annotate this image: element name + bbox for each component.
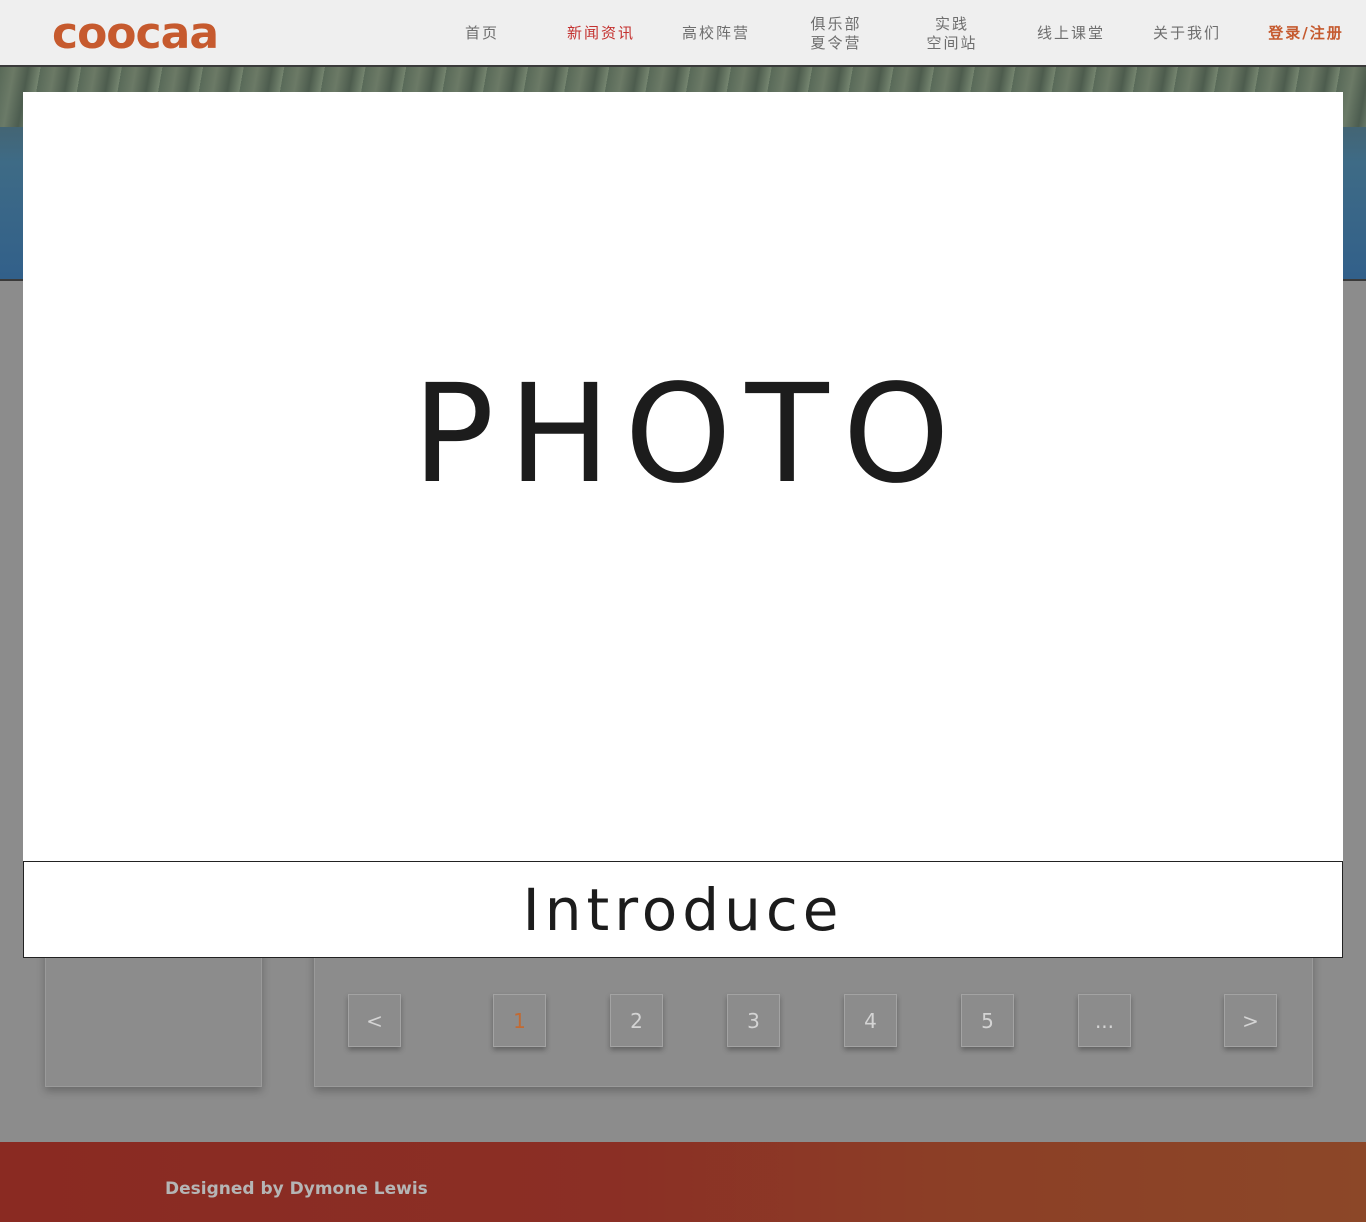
pagination-prev-button[interactable]: < <box>348 994 401 1047</box>
pagination-page-3[interactable]: 3 <box>727 994 780 1047</box>
pagination-page-5[interactable]: 5 <box>961 994 1014 1047</box>
photo-placeholder-label: PHOTO <box>412 356 964 514</box>
login-register-link[interactable]: 登录/注册 <box>1260 0 1352 67</box>
nav-online-class[interactable]: 线上课堂 <box>1030 0 1112 67</box>
site-header: coocaa 首页 新闻资讯 高校阵营 俱乐部 夏令营 实践 空间站 线上课堂 … <box>0 0 1366 67</box>
pagination-page-1[interactable]: 1 <box>493 994 546 1047</box>
coocaa-logo[interactable]: coocaa <box>52 8 219 60</box>
nav-club-camp[interactable]: 俱乐部 夏令营 <box>798 0 874 67</box>
news-list-card <box>314 940 1313 1087</box>
pagination-ellipsis[interactable]: ... <box>1078 994 1131 1047</box>
modal-introduce-area[interactable]: Introduce <box>23 861 1343 958</box>
nav-news[interactable]: 新闻资讯 <box>560 0 642 67</box>
introduce-label: Introduce <box>522 875 844 944</box>
pagination-page-4[interactable]: 4 <box>844 994 897 1047</box>
pagination-page-2[interactable]: 2 <box>610 994 663 1047</box>
nav-universities[interactable]: 高校阵营 <box>675 0 757 67</box>
pagination-next-button[interactable]: > <box>1224 994 1277 1047</box>
nav-home[interactable]: 首页 <box>447 0 517 67</box>
nav-practice-station[interactable]: 实践 空间站 <box>914 0 990 67</box>
nav-about-us[interactable]: 关于我们 <box>1146 0 1228 67</box>
site-footer: Designed by Dymone Lewis <box>0 1142 1366 1222</box>
modal-photo-area[interactable]: PHOTO <box>23 92 1343 862</box>
footer-credit: Designed by Dymone Lewis <box>165 1179 428 1199</box>
sidebar-card <box>45 940 262 1087</box>
